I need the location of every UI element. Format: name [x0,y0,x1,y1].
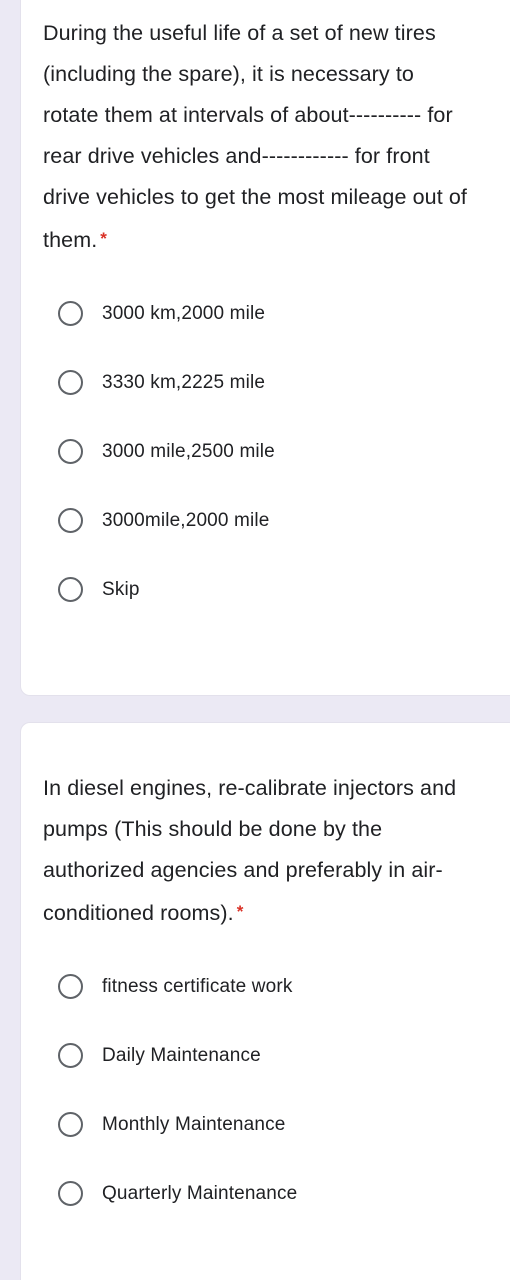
radio-button-icon[interactable] [58,577,83,602]
option-label: Skip [102,578,140,600]
option-row[interactable]: 3000 km,2000 mile [58,279,510,348]
radio-button-icon[interactable] [58,508,83,533]
required-asterisk: * [236,902,244,921]
radio-button-icon[interactable] [58,439,83,464]
question-card-body: In diesel engines, re-calibrate injector… [21,723,510,1228]
radio-button-icon[interactable] [58,974,83,999]
question-prompt: During the useful life of a set of new t… [43,21,467,252]
question-prompt: In diesel engines, re-calibrate injector… [43,776,457,925]
option-row[interactable]: Quarterly Maintenance [58,1159,510,1228]
option-row[interactable]: 3330 km,2225 mile [58,348,510,417]
option-label: Quarterly Maintenance [102,1182,298,1204]
option-row[interactable]: Monthly Maintenance [58,1090,510,1159]
question-card: During the useful life of a set of new t… [20,0,510,696]
radio-button-icon[interactable] [58,301,83,326]
option-label: 3000 mile,2500 mile [102,440,275,462]
option-row[interactable]: 3000 mile,2500 mile [58,417,510,486]
option-label: Monthly Maintenance [102,1113,286,1135]
question-card: In diesel engines, re-calibrate injector… [20,722,510,1280]
question-card-body: During the useful life of a set of new t… [21,0,510,624]
option-row[interactable]: 3000mile,2000 mile [58,486,510,555]
option-row[interactable]: Daily Maintenance [58,1021,510,1090]
radio-button-icon[interactable] [58,1043,83,1068]
option-label: fitness certificate work [102,975,293,997]
option-label: 3000 km,2000 mile [102,302,266,324]
option-label: 3000mile,2000 mile [102,509,270,531]
option-label: 3330 km,2225 mile [102,371,266,393]
option-label: Daily Maintenance [102,1044,261,1066]
option-row[interactable]: fitness certificate work [58,952,510,1021]
question-text: During the useful life of a set of new t… [43,0,473,261]
radio-button-icon[interactable] [58,370,83,395]
radio-button-icon[interactable] [58,1181,83,1206]
question-text: In diesel engines, re-calibrate injector… [43,723,473,934]
form-page: During the useful life of a set of new t… [0,0,510,1280]
radio-group: fitness certificate work Daily Maintenan… [43,952,510,1228]
radio-group: 3000 km,2000 mile 3330 km,2225 mile 3000… [43,279,510,624]
option-row-skip[interactable]: Skip [58,555,510,624]
radio-button-icon[interactable] [58,1112,83,1137]
required-asterisk: * [100,229,107,248]
